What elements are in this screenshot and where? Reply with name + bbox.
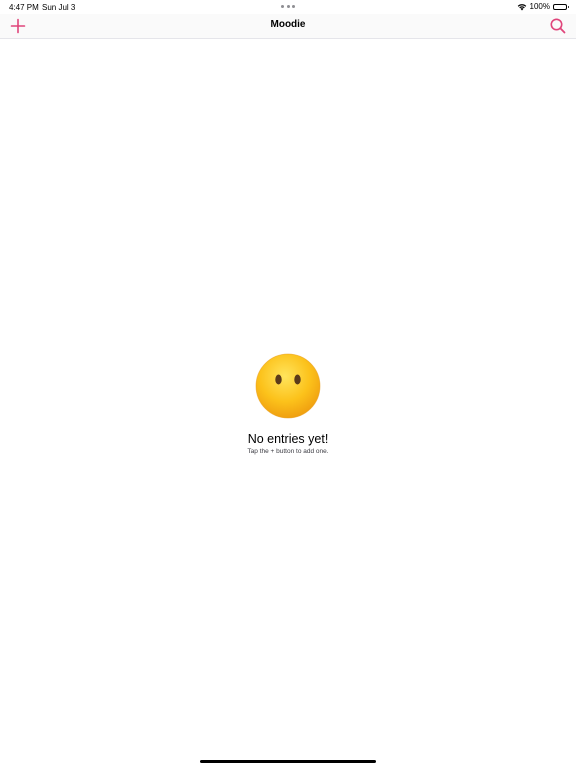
page-title: Moodie — [270, 19, 306, 30]
wifi-icon — [517, 3, 527, 11]
status-time: 4:47 PM — [9, 3, 39, 12]
status-indicators: 100% — [517, 2, 569, 11]
face-without-mouth-icon — [254, 352, 322, 420]
app-screen: 4:47 PM Sun Jul 3 100% Moodie No entries… — [0, 0, 576, 768]
empty-state-subtitle: Tap the + button to add one. — [247, 448, 329, 455]
battery-percentage: 100% — [529, 2, 550, 11]
search-icon — [550, 18, 566, 34]
status-date: Sun Jul 3 — [42, 3, 76, 12]
empty-state-title: No entries yet! — [247, 432, 329, 446]
battery-icon — [553, 3, 569, 10]
navigation-bar: Moodie — [0, 14, 576, 39]
status-bar: 4:47 PM Sun Jul 3 100% — [0, 0, 576, 14]
home-indicator[interactable] — [200, 760, 376, 763]
search-button[interactable] — [549, 17, 567, 35]
multitasking-dots-icon[interactable] — [281, 5, 295, 9]
empty-state: No entries yet! Tap the + button to add … — [0, 352, 576, 455]
